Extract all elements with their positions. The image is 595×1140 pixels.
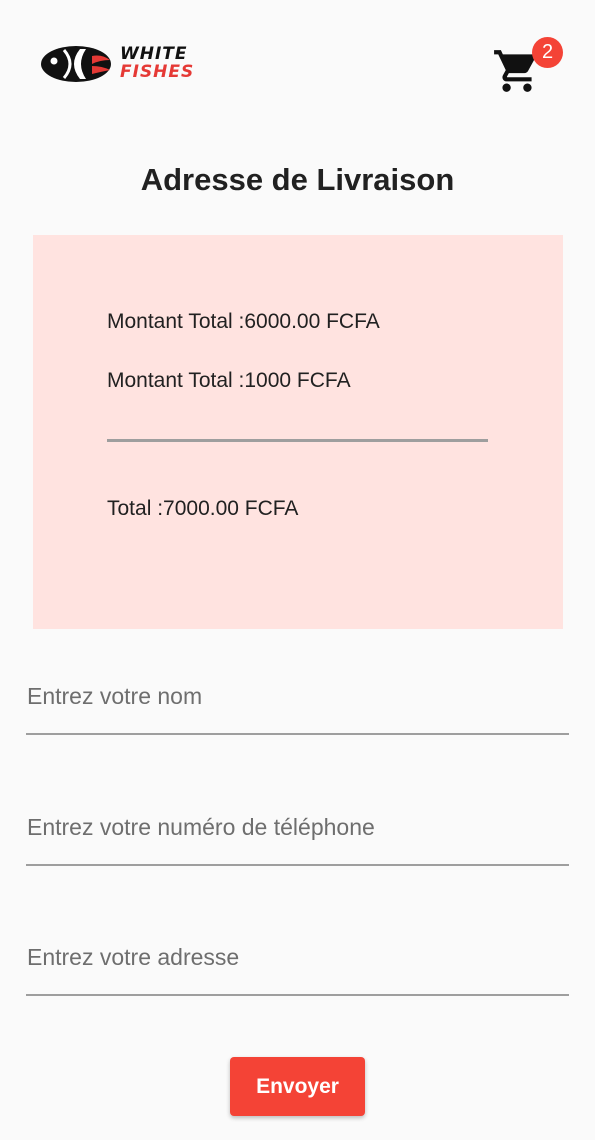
- cart-count-badge: 2: [532, 37, 563, 68]
- name-input[interactable]: [26, 673, 569, 733]
- address-field: [26, 934, 569, 996]
- logo-line-fishes: FISHES: [120, 62, 195, 82]
- page-title: Adresse de Livraison: [140, 162, 455, 197]
- name-field: [26, 673, 569, 735]
- total-line: Total :7000.00 FCFA: [107, 497, 299, 520]
- fish-logo-icon: [41, 46, 111, 82]
- submit-button[interactable]: Envoyer: [230, 1057, 365, 1116]
- logo-line-white: WHITE: [120, 44, 188, 64]
- summary-divider: [107, 439, 488, 442]
- subtotal-line: Montant Total :6000.00 FCFA: [107, 310, 380, 333]
- address-input[interactable]: [26, 934, 569, 994]
- brand-logo: WHITE FISHES: [40, 44, 194, 86]
- logo-wordmark: WHITE FISHES: [120, 45, 194, 81]
- phone-input[interactable]: [26, 804, 569, 864]
- phone-field: [26, 804, 569, 866]
- delivery-fee-line: Montant Total :1000 FCFA: [107, 369, 351, 392]
- order-summary-card: Montant Total :6000.00 FCFA Montant Tota…: [33, 235, 563, 629]
